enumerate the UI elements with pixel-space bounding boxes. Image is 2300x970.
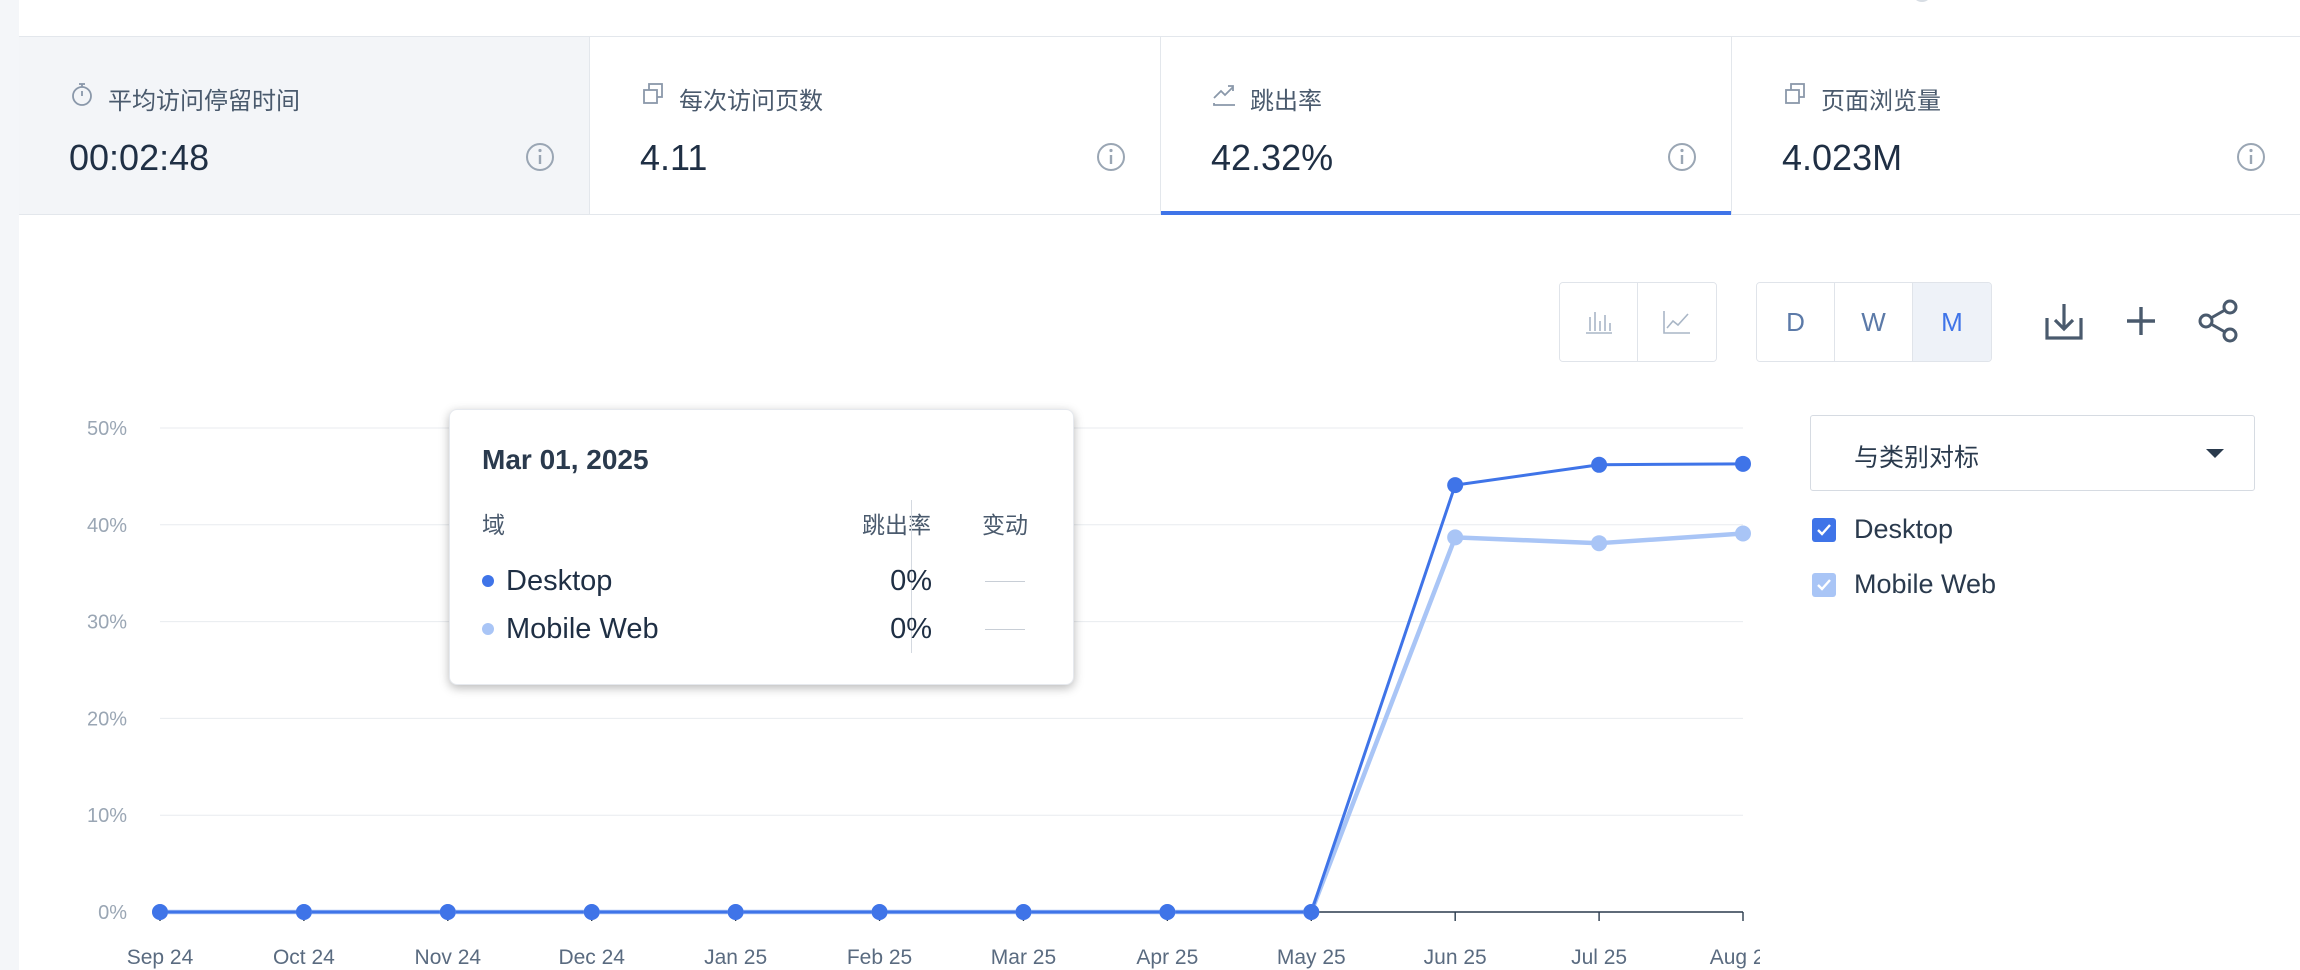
legend-label: Mobile Web xyxy=(1854,569,1997,599)
tooltip-row-change xyxy=(960,629,1050,630)
compare-dropdown[interactable]: 与类别对标 xyxy=(1810,415,2255,491)
line-chart-icon xyxy=(1663,311,1690,334)
x-tick-label: Jul 25 xyxy=(1571,946,1627,969)
granularity-day-button[interactable]: D xyxy=(1757,283,1835,361)
stopwatch-icon xyxy=(72,83,92,106)
metric-value: 4.11 xyxy=(640,137,708,178)
series-dot xyxy=(482,623,494,635)
y-tick-label: 10% xyxy=(87,805,127,827)
x-tick-label: Aug 25 xyxy=(1710,946,1760,969)
info-icon[interactable] xyxy=(525,142,555,172)
y-tick-label: 30% xyxy=(87,612,127,634)
metric-label: 每次访问页数 xyxy=(679,88,823,115)
share-icon[interactable] xyxy=(2196,298,2242,344)
tooltip-row-name: Mobile Web xyxy=(506,613,659,645)
compare-dropdown-label: 与类别对标 xyxy=(1854,444,1980,472)
plus-icon[interactable] xyxy=(2118,298,2164,344)
granularity-month-button[interactable]: M xyxy=(1913,283,1991,361)
y-tick-label: 20% xyxy=(87,708,127,730)
tooltip-header-metric: 跳出率 xyxy=(862,512,931,538)
metric-card-pages-per-visit[interactable]: 每次访问页数 4.11 xyxy=(590,37,1161,214)
data-point-desktop xyxy=(1303,904,1320,920)
data-point-desktop xyxy=(1159,904,1176,920)
legend-label: Desktop xyxy=(1854,514,1954,544)
x-tick-label: Apr 25 xyxy=(1136,946,1198,969)
tooltip-row-name: Desktop xyxy=(506,565,613,597)
metric-card-bounce-rate[interactable]: 跳出率 42.32% xyxy=(1161,37,1732,215)
series-dot xyxy=(482,575,494,587)
tooltip-header-change: 变动 xyxy=(982,512,1028,538)
data-point-desktop xyxy=(1591,456,1608,473)
metric-value: 42.32% xyxy=(1211,137,1334,178)
data-point-desktop xyxy=(583,904,600,920)
metric-label: 平均访问停留时间 xyxy=(108,88,300,115)
pages-icon xyxy=(1785,83,1805,104)
metric-label: 页面浏览量 xyxy=(1821,88,1941,115)
line-chart-button[interactable] xyxy=(1638,283,1716,361)
tooltip-row-value: 0% xyxy=(890,565,932,597)
x-tick-label: Dec 24 xyxy=(558,946,625,969)
tooltip-row-change xyxy=(960,581,1050,582)
y-tick-label: 50% xyxy=(87,418,127,440)
x-tick-label: Feb 25 xyxy=(847,946,912,969)
data-point-desktop xyxy=(1735,455,1751,472)
bar-chart-icon xyxy=(1585,312,1612,334)
data-point-mobile-web xyxy=(1447,529,1464,546)
metric-cards: 平均访问停留时间 00:02:48 每次访问页数 4.11 跳出率 42.32% xyxy=(19,37,2300,215)
data-point-desktop xyxy=(439,904,456,920)
data-point-mobile-web xyxy=(1735,525,1751,542)
metric-value: 00:02:48 xyxy=(69,137,210,178)
data-point-mobile-web xyxy=(1591,535,1608,552)
metric-label: 跳出率 xyxy=(1250,88,1322,115)
data-point-desktop xyxy=(295,904,312,920)
chart-tooltip: Mar 01, 2025 域 跳出率 变动 Desktop 0% Mobile … xyxy=(449,409,1074,685)
tooltip-header-domain: 域 xyxy=(482,512,505,538)
x-tick-label: Mar 25 xyxy=(991,946,1056,969)
tooltip-row-desktop: Desktop 0% xyxy=(482,563,1042,599)
data-point-desktop xyxy=(152,904,168,920)
info-icon[interactable] xyxy=(2236,142,2266,172)
tooltip-date: Mar 01, 2025 xyxy=(482,444,649,475)
tooltip-row-value: 0% xyxy=(890,613,932,645)
info-icon[interactable] xyxy=(1096,142,1126,172)
data-point-desktop xyxy=(1015,904,1032,920)
checkbox-checked-icon[interactable] xyxy=(1812,573,1836,597)
left-page-strip xyxy=(0,0,19,970)
x-tick-label: May 25 xyxy=(1277,946,1346,969)
pages-icon xyxy=(643,83,663,104)
top-bar xyxy=(19,0,2300,37)
granularity-toggle: D W M xyxy=(1756,282,1992,362)
y-tick-label: 40% xyxy=(87,515,127,537)
download-icon[interactable] xyxy=(2041,298,2087,344)
tooltip-row-mobile-web: Mobile Web 0% xyxy=(482,611,1042,647)
y-tick-label: 0% xyxy=(98,902,127,924)
chevron-down-icon xyxy=(2206,449,2224,458)
trend-up-icon xyxy=(1213,85,1235,106)
x-tick-label: Nov 24 xyxy=(415,946,482,969)
x-tick-label: Jan 25 xyxy=(704,946,767,969)
x-tick-label: Sep 24 xyxy=(127,946,194,969)
metric-card-page-views[interactable]: 页面浏览量 4.023M xyxy=(1732,37,2300,214)
data-point-desktop xyxy=(727,904,744,920)
granularity-week-button[interactable]: W xyxy=(1835,283,1913,361)
bar-chart-button[interactable] xyxy=(1560,283,1638,361)
data-point-desktop xyxy=(1447,477,1464,494)
info-icon[interactable] xyxy=(1667,142,1697,172)
metric-card-avg-visit-duration[interactable]: 平均访问停留时间 00:02:48 xyxy=(19,37,590,214)
metric-value: 4.023M xyxy=(1782,137,1903,178)
top-bar-avatar-edge xyxy=(1912,0,1932,2)
x-tick-label: Oct 24 xyxy=(273,946,335,969)
chart-type-toggle xyxy=(1559,282,1717,362)
checkbox-checked-icon[interactable] xyxy=(1812,518,1836,542)
x-tick-label: Jun 25 xyxy=(1424,946,1487,969)
data-point-desktop xyxy=(871,904,888,920)
